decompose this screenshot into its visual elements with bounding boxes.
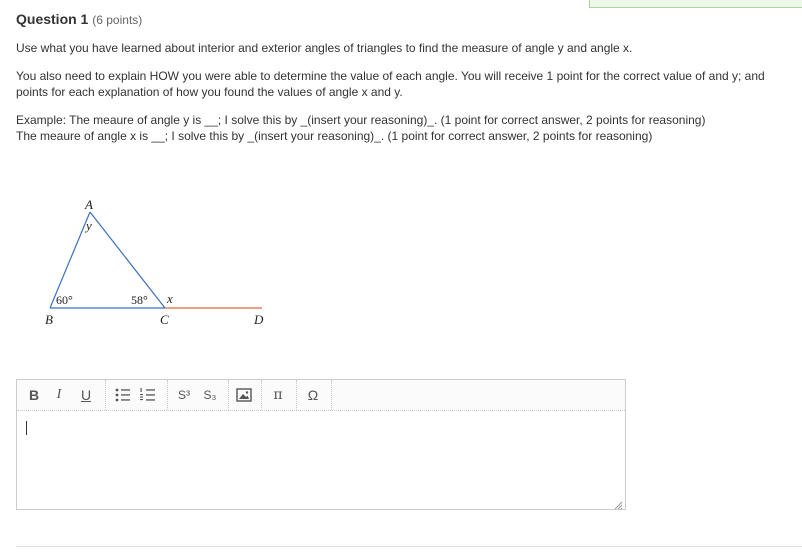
image-group — [228, 380, 262, 410]
instruction-line-2a: You also need to explain HOW you were ab… — [16, 69, 765, 83]
angle-b-label: 60° — [56, 293, 73, 307]
superscript-button[interactable]: S³ — [174, 385, 194, 405]
vertex-d-label: D — [253, 312, 264, 327]
angle-x-label: x — [166, 291, 173, 306]
editor-text-area[interactable] — [17, 411, 625, 509]
underline-button[interactable]: U — [76, 385, 96, 405]
question-points: (6 points) — [92, 13, 143, 27]
list-group — [105, 380, 168, 410]
image-icon — [236, 388, 252, 402]
subscript-button[interactable]: S₃ — [200, 385, 220, 405]
bold-button[interactable]: B — [24, 385, 44, 405]
vertex-b-label: B — [45, 312, 53, 327]
triangle-diagram: A y 60° 58° x B C D — [45, 197, 264, 327]
angle-y-label: y — [84, 218, 92, 233]
example-line-x: The meaure of angle x is __; I solve thi… — [16, 129, 653, 143]
bullet-list-button[interactable] — [113, 385, 133, 405]
question-title: Question 1 — [16, 11, 89, 27]
question-header: Question 1 (6 points) — [16, 10, 142, 29]
script-group: S³ S₃ — [167, 380, 229, 410]
editor-toolbar: B I U S³ S₃ π Ω — [17, 380, 625, 411]
special-character-button[interactable]: Ω — [303, 385, 323, 405]
section-divider — [16, 546, 802, 547]
status-notice-bar — [589, 0, 802, 8]
text-caret — [26, 421, 27, 435]
segment-ac — [89, 211, 166, 309]
insert-image-button[interactable] — [234, 385, 254, 405]
instruction-line-1: Use what you have learned about interior… — [16, 41, 633, 55]
vertex-a-label: A — [84, 197, 93, 212]
answer-editor[interactable]: B I U S³ S₃ π Ω — [16, 379, 626, 510]
format-group: B I U — [17, 380, 106, 410]
numbered-list-button[interactable] — [138, 385, 158, 405]
angle-c-label: 58° — [131, 293, 148, 307]
instruction-line-2b: points for each explanation of how you f… — [16, 85, 403, 99]
math-group: π — [261, 380, 297, 410]
vertex-c-label: C — [160, 312, 169, 327]
numbered-list-icon — [140, 388, 155, 401]
bullet-list-icon — [115, 388, 130, 402]
example-line-y: Example: The meaure of angle y is __; I … — [16, 113, 706, 127]
italic-button[interactable]: I — [49, 385, 69, 405]
symbol-group: Ω — [296, 380, 332, 410]
resize-grip-icon — [614, 501, 623, 510]
resize-handle[interactable] — [613, 497, 623, 510]
triangle-figure: A y 60° 58° x B C D — [40, 192, 280, 332]
math-equation-button[interactable]: π — [268, 385, 288, 405]
